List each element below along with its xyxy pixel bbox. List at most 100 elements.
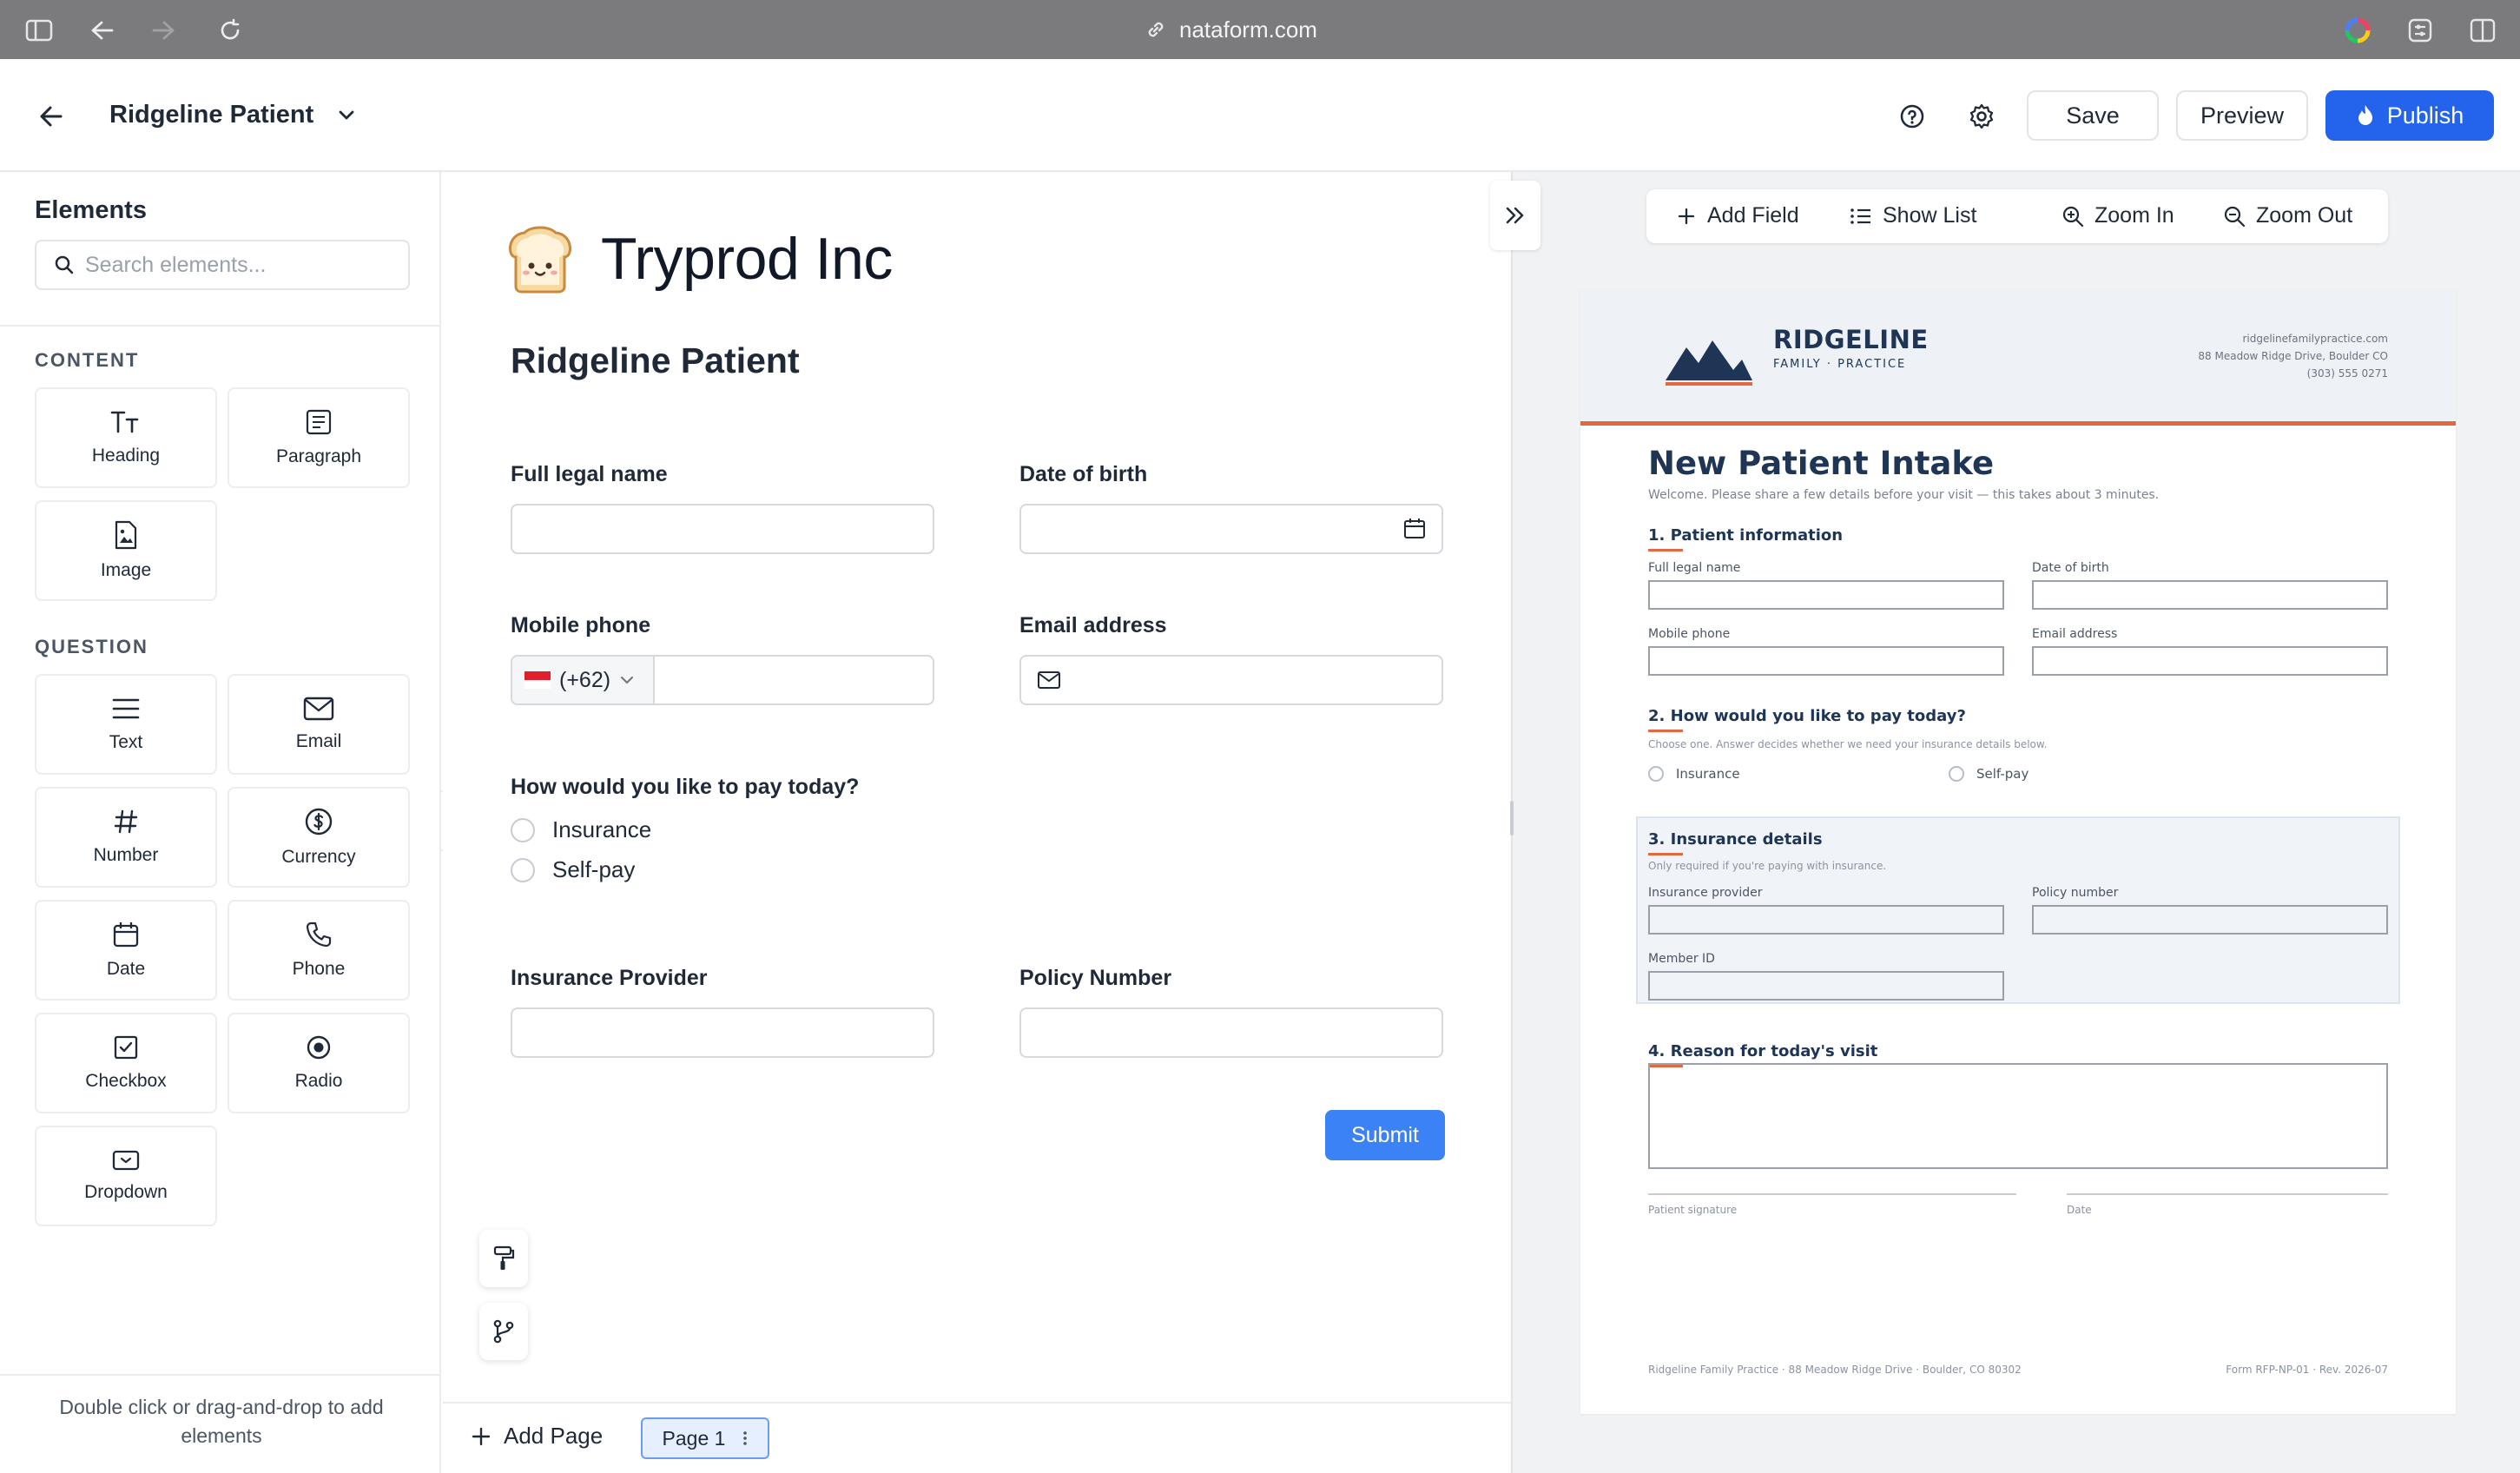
list-icon [1850, 208, 1870, 224]
calendar-icon[interactable] [1403, 518, 1426, 540]
doc-field-insurance-provider[interactable] [1648, 905, 2004, 935]
radio-circle[interactable] [1648, 766, 1664, 782]
field-label-mobile: Mobile phone [511, 613, 651, 637]
expand-preview-button[interactable] [1490, 181, 1540, 250]
doc-footer-address: Ridgeline Family Practice · 88 Meadow Ri… [1648, 1364, 2022, 1376]
element-number[interactable]: Number [35, 787, 217, 888]
reload-icon[interactable] [215, 16, 245, 45]
element-paragraph[interactable]: Paragraph [228, 387, 410, 488]
field-label-email: Email address [1019, 613, 1167, 637]
radio-insurance[interactable]: Insurance [511, 816, 651, 843]
add-page-label: Add Page [504, 1423, 604, 1449]
field-label-policy-number: Policy Number [1019, 966, 1172, 990]
element-email[interactable]: Email [228, 674, 410, 775]
back-icon[interactable] [87, 16, 116, 45]
preview-button[interactable]: Preview [2176, 90, 2308, 141]
document-contact: ridgelinefamilypractice.com 88 Meadow Ri… [2198, 330, 2388, 382]
chevron-down-icon [621, 677, 634, 684]
doc-label-email: Email address [2032, 627, 2118, 641]
element-text[interactable]: Text [35, 674, 217, 775]
doc-field-full-name[interactable] [1648, 580, 2004, 610]
search-input[interactable]: Search elements... [35, 240, 410, 290]
field-label-dob: Date of birth [1019, 462, 1148, 486]
email-input[interactable] [1019, 655, 1443, 705]
gear-icon[interactable] [1966, 101, 1997, 132]
git-branch-icon [493, 1319, 514, 1344]
zoom-in-label: Zoom In [2095, 203, 2174, 228]
form-title[interactable]: Ridgeline Patient [511, 340, 800, 381]
sidebar-toggle-icon[interactable] [24, 16, 54, 45]
doc-field-reason[interactable] [1648, 1063, 2388, 1169]
dob-input[interactable] [1019, 504, 1443, 554]
panel-title: Elements [35, 196, 147, 224]
logic-button[interactable] [479, 1303, 528, 1360]
publish-button[interactable]: Publish [2325, 90, 2494, 141]
doc-field-email[interactable] [2032, 646, 2388, 676]
browser-toolbar: nataform.com [0, 0, 2520, 59]
color-extension-icon[interactable] [2343, 16, 2372, 45]
element-currency[interactable]: Currency [228, 787, 410, 888]
image-icon [115, 520, 137, 550]
radio-circle[interactable] [511, 817, 535, 842]
element-radio[interactable]: Radio [228, 1013, 410, 1113]
theme-button[interactable] [479, 1230, 528, 1287]
toast-logo-icon [508, 226, 572, 294]
element-label: Currency [281, 847, 356, 867]
doc-field-mobile[interactable] [1648, 646, 2004, 676]
doc-radio-self-pay[interactable]: Self-pay [1949, 766, 2029, 782]
doc-section-1: 1. Patient information [1648, 526, 1844, 552]
page-bar: Add Page Page 1 [443, 1402, 1511, 1473]
form-name[interactable]: Ridgeline Patient [109, 101, 313, 129]
doc-field-dob[interactable] [2032, 580, 2388, 610]
element-image[interactable]: Image [35, 500, 217, 601]
mobile-phone-input[interactable]: (+62) [511, 655, 934, 705]
address-bar[interactable]: nataform.com [1145, 12, 1317, 47]
radio-self-pay[interactable]: Self-pay [511, 856, 635, 883]
question-section-label: QUESTION [35, 636, 148, 657]
help-icon[interactable] [1897, 101, 1928, 132]
paragraph-icon [306, 409, 332, 435]
more-vertical-icon[interactable] [742, 1430, 748, 1447]
forward-icon[interactable] [149, 16, 179, 45]
panel-resize-handle[interactable] [1510, 801, 1514, 836]
insurance-provider-input[interactable] [511, 1007, 934, 1058]
show-list-button[interactable]: Show List [1850, 203, 1976, 228]
doc-field-policy-number[interactable] [2032, 905, 2388, 935]
document-logo-name: RIDGELINE [1773, 325, 1929, 354]
zoom-out-label: Zoom Out [2256, 203, 2353, 228]
doc-signature-label: Patient signature [1648, 1204, 1738, 1216]
double-chevron-right-icon [1506, 207, 1524, 224]
heading-icon [110, 411, 139, 433]
full-name-input[interactable] [511, 504, 934, 554]
chevron-down-icon[interactable] [333, 102, 360, 129]
element-label: Paragraph [275, 446, 362, 466]
element-date[interactable]: Date [35, 900, 217, 1001]
save-button[interactable]: Save [2027, 90, 2159, 141]
back-arrow-icon[interactable] [35, 101, 66, 132]
radio-circle[interactable] [511, 857, 535, 882]
element-checkbox[interactable]: Checkbox [35, 1013, 217, 1113]
page-tab[interactable]: Page 1 [641, 1417, 769, 1459]
submit-button[interactable]: Submit [1325, 1110, 1445, 1160]
sliders-extension-icon[interactable] [2405, 16, 2435, 45]
policy-number-input[interactable] [1019, 1007, 1443, 1058]
doc-radio-insurance[interactable]: Insurance [1648, 766, 1740, 782]
text-icon [112, 698, 140, 719]
doc-label-dob: Date of birth [2032, 561, 2109, 575]
zoom-in-button[interactable]: Zoom In [2062, 203, 2174, 228]
element-phone[interactable]: Phone [228, 900, 410, 1001]
currency-icon [305, 808, 333, 836]
contact-phone: (303) 555 0271 [2306, 367, 2388, 380]
zoom-out-button[interactable]: Zoom Out [2223, 203, 2352, 228]
radio-circle[interactable] [1949, 766, 1964, 782]
element-dropdown[interactable]: Dropdown [35, 1126, 217, 1226]
doc-field-member-id[interactable] [1648, 971, 2004, 1001]
doc-section-3: 3. Insurance details [1648, 830, 1823, 855]
country-code-select[interactable]: (+62) [512, 657, 655, 703]
element-heading[interactable]: Heading [35, 387, 217, 488]
dropdown-icon [112, 1150, 140, 1171]
split-view-icon[interactable] [2468, 16, 2497, 45]
add-page-button[interactable]: Add Page [471, 1423, 603, 1450]
show-list-label: Show List [1883, 203, 1977, 228]
add-field-button[interactable]: Add Field [1676, 203, 1799, 228]
